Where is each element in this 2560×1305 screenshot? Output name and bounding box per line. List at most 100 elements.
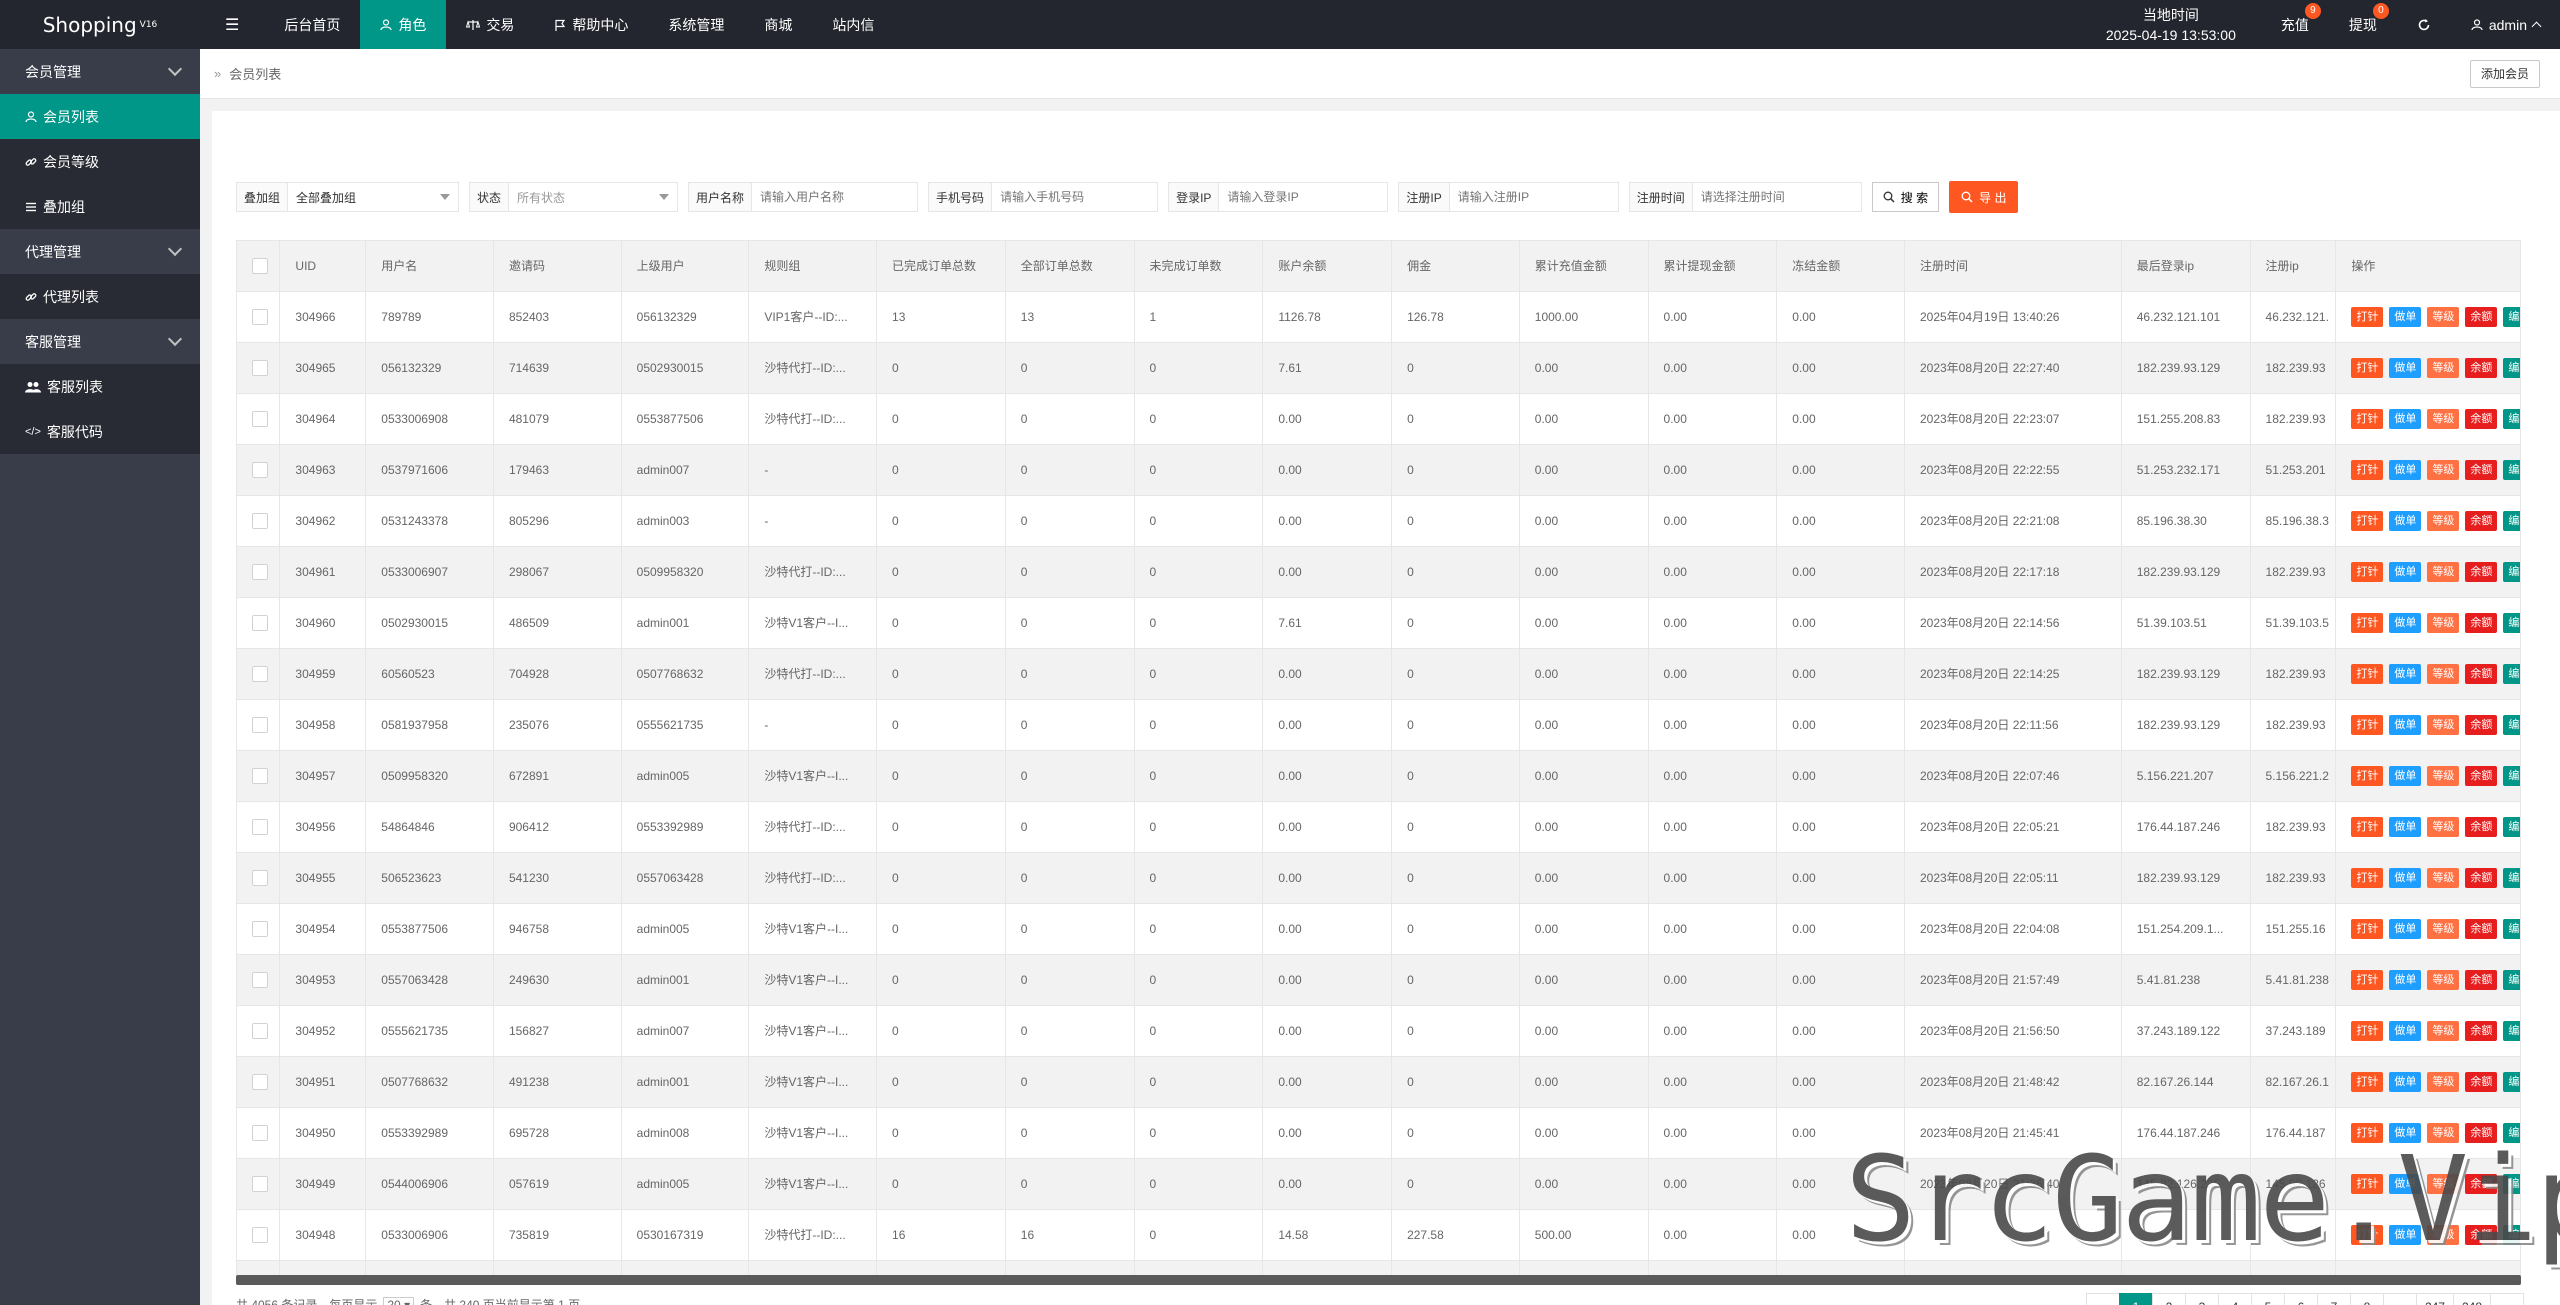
make-order-button[interactable]: 做单 [2389,867,2422,888]
page-button[interactable]: 8 [2349,1293,2384,1305]
page-button[interactable]: 5 [2250,1293,2285,1305]
row-checkbox[interactable] [252,971,268,988]
page-button[interactable]: 248 [2452,1293,2491,1305]
row-checkbox[interactable] [252,1022,268,1039]
inject-button[interactable]: 打针 [2351,765,2384,786]
page-button[interactable]: ... [2382,1293,2417,1305]
sidebar-group-support[interactable]: 客服管理 [0,319,200,364]
row-checkbox[interactable] [252,461,268,478]
make-order-button[interactable]: 做单 [2389,408,2422,429]
edit-button[interactable]: 编辑 [2503,408,2520,429]
level-button[interactable]: 等级 [2427,357,2460,378]
row-checkbox[interactable] [252,308,268,325]
level-button[interactable]: 等级 [2427,1071,2460,1092]
page-button[interactable]: 1 [2118,1293,2153,1305]
row-checkbox[interactable] [252,614,268,631]
refresh-button[interactable] [2397,0,2451,49]
balance-button[interactable]: 余额 [2465,663,2498,684]
row-checkbox[interactable] [252,1124,268,1141]
page-size-select[interactable]: 20 ▾ [383,1296,415,1305]
edit-button[interactable]: 编辑 [2503,561,2520,582]
edit-button[interactable]: 编辑 [2503,969,2520,990]
make-order-button[interactable]: 做单 [2389,969,2422,990]
inject-button[interactable]: 打针 [2351,867,2384,888]
row-checkbox[interactable] [252,1073,268,1090]
make-order-button[interactable]: 做单 [2389,306,2422,327]
table-row[interactable]: 304958 0581937958 235076 0555621735-0 0 0 0.00… [237,699,2520,751]
edit-button[interactable]: 编辑 [2503,1071,2520,1092]
nav-trade[interactable]: 交易 [446,0,534,49]
nav-system[interactable]: 系统管理 [648,0,744,49]
inject-button[interactable]: 打针 [2351,714,2384,735]
edit-button[interactable]: 编辑 [2503,765,2520,786]
table-row[interactable]: 304956 54864846 906412 0553392989 沙特代打--ID:.… [237,801,2520,853]
sidebar-item-stack-group[interactable]: 叠加组 [0,184,200,229]
edit-button[interactable]: 编辑 [2503,867,2520,888]
regip-input[interactable] [1449,183,1618,211]
level-button[interactable]: 等级 [2427,306,2460,327]
inject-button[interactable]: 打针 [2351,612,2384,633]
row-checkbox[interactable] [252,1226,268,1243]
inject-button[interactable]: 打针 [2351,969,2384,990]
loginip-input[interactable] [1219,183,1388,211]
inject-button[interactable]: 打针 [2351,1020,2384,1041]
row-checkbox[interactable] [252,665,268,682]
make-order-button[interactable]: 做单 [2389,561,2422,582]
admin-menu[interactable]: admin [2451,0,2560,49]
username-input[interactable] [752,183,918,211]
balance-button[interactable]: 余额 [2465,816,2498,837]
page-button[interactable]: 247 [2415,1293,2454,1305]
horizontal-scrollbar[interactable] [236,1275,2521,1285]
sidebar-item-agent-list[interactable]: 代理列表 [0,274,200,319]
nav-role[interactable]: 角色 [360,0,447,49]
balance-button[interactable]: 余额 [2465,459,2498,480]
balance-button[interactable]: 余额 [2465,969,2498,990]
balance-button[interactable]: 余额 [2465,918,2498,939]
balance-button[interactable]: 余额 [2465,510,2498,531]
level-button[interactable]: 等级 [2427,612,2460,633]
balance-button[interactable]: 余额 [2465,1020,2498,1041]
regtime-input[interactable] [1692,183,1861,211]
nav-messages[interactable]: 站内信 [812,0,894,49]
table-row[interactable]: 304965 056132329 714639 0502930015 沙特代打--ID:… [237,342,2520,394]
table-row[interactable]: 304962 0531243378 805296 admin003-0 0 0 0.00 0 0… [237,495,2520,547]
page-button[interactable]: 2 [2151,1293,2186,1305]
edit-button[interactable]: 编辑 [2503,306,2520,327]
row-checkbox[interactable] [252,410,268,427]
make-order-button[interactable]: 做单 [2389,357,2422,378]
page-button[interactable]: 6 [2283,1293,2318,1305]
make-order-button[interactable]: 做单 [2389,459,2422,480]
page-button[interactable]: 3 [2184,1293,2219,1305]
table-row[interactable]: 304961 0533006907 298067 0509958320 沙特代打--ID… [237,546,2520,598]
row-checkbox[interactable] [252,1175,268,1192]
menu-toggle-button[interactable]: ☰ [200,0,264,49]
nav-home[interactable]: 后台首页 [264,0,360,49]
search-button[interactable]: 搜 索 [1871,182,1940,212]
edit-button[interactable]: 编辑 [2503,459,2520,480]
inject-button[interactable]: 打针 [2351,663,2384,684]
balance-button[interactable]: 余额 [2465,357,2498,378]
make-order-button[interactable]: 做单 [2389,816,2422,837]
level-button[interactable]: 等级 [2427,510,2460,531]
make-order-button[interactable]: 做单 [2389,1020,2422,1041]
edit-button[interactable]: 编辑 [2503,612,2520,633]
edit-button[interactable]: 编辑 [2503,357,2520,378]
table-row[interactable]: 304952 0555621735 156827 admin007 沙特V1客户--I.… [237,1005,2520,1057]
row-checkbox[interactable] [252,767,268,784]
prev-page-button[interactable]: ‹ [2085,1293,2120,1305]
sidebar-item-member-list[interactable]: 会员列表 [0,94,200,139]
level-button[interactable]: 等级 [2427,1020,2460,1041]
sidebar-item-support-code[interactable]: </> 客服代码 [0,409,200,454]
level-button[interactable]: 等级 [2427,714,2460,735]
level-button[interactable]: 等级 [2427,867,2460,888]
inject-button[interactable]: 打针 [2351,357,2384,378]
level-button[interactable]: 等级 [2427,816,2460,837]
recharge-button[interactable]: 充值 9 [2261,0,2329,49]
level-button[interactable]: 等级 [2427,561,2460,582]
row-checkbox[interactable] [252,359,268,376]
table-row[interactable]: 304963 0537971606 179463 admin007-0 0 0 0.00 0 0… [237,444,2520,496]
edit-button[interactable]: 编辑 [2503,1020,2520,1041]
table-row[interactable]: 304966 789789 852403 056132329 VIP1客户--ID:..… [237,291,2520,343]
level-button[interactable]: 等级 [2427,969,2460,990]
table-row[interactable]: 304960 0502930015 486509 admin001 沙特V1客户--I.… [237,597,2520,649]
